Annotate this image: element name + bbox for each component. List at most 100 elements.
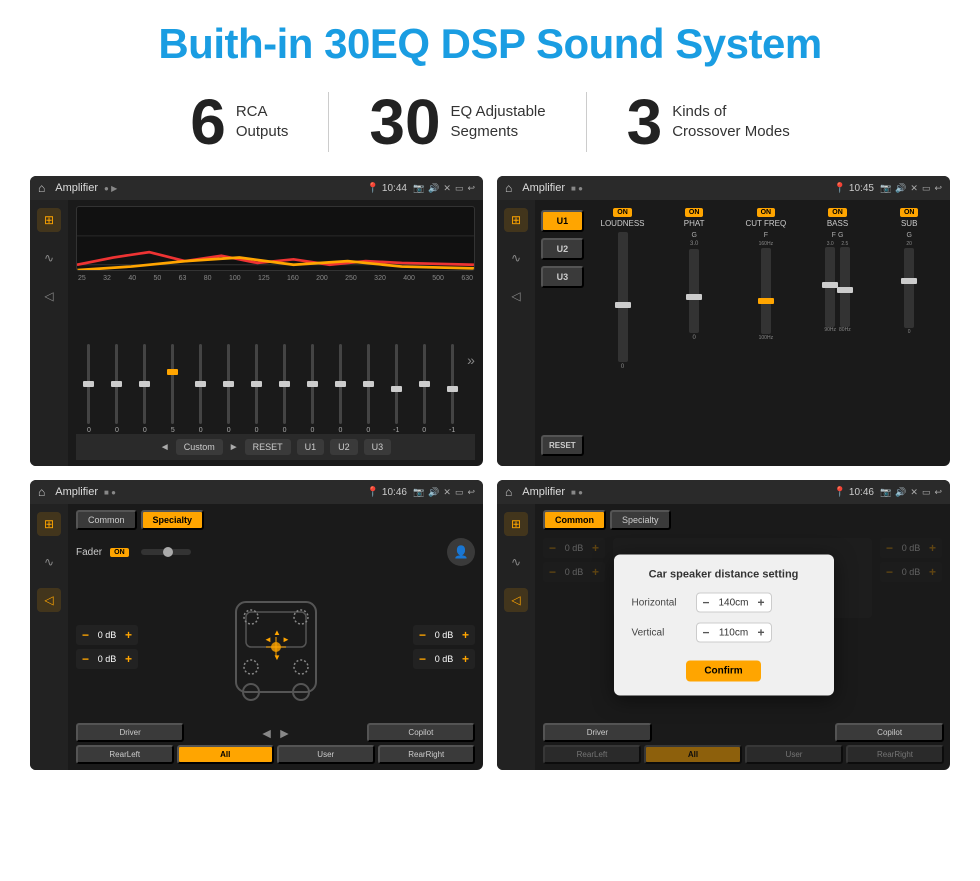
fader-icon-filters[interactable]: ⊞ [37, 512, 61, 536]
fader-header-row: Fader ON 👤 [76, 538, 475, 566]
stat-rca-label: RCAOutputs [236, 102, 289, 143]
fader-db2-value: 0 dB [93, 654, 121, 664]
stat-eq: 30 EQ AdjustableSegments [329, 90, 585, 154]
eq-slider-5[interactable]: 0 [188, 344, 214, 434]
eq-u1-btn[interactable]: U1 [297, 439, 325, 455]
topbar-crossover-icons: 📷🔊✕▭↩ [880, 183, 942, 194]
eq-more-icon[interactable]: » [467, 352, 475, 368]
dist-rearright-btn[interactable]: RearRight [846, 745, 944, 764]
crossover-u1-btn[interactable]: U1 [541, 210, 584, 232]
crossover-reset-btn[interactable]: RESET [541, 435, 584, 456]
crossover-channels: ON LOUDNESS 0 [588, 206, 944, 460]
home-icon-4: ⌂ [505, 485, 512, 499]
fader-all-btn[interactable]: All [177, 745, 275, 764]
confirm-button[interactable]: Confirm [686, 661, 760, 682]
phat-on-badge: ON [685, 208, 704, 217]
crossover-icon-wave[interactable]: ∿ [504, 246, 528, 270]
horizontal-plus-btn[interactable]: + [758, 596, 765, 610]
topbar-distance-time: 📍 10:46 [834, 487, 874, 498]
fader-db2-minus[interactable]: − [82, 652, 89, 666]
crossover-u3-btn[interactable]: U3 [541, 266, 584, 288]
eq-icon-filters[interactable]: ⊞ [37, 208, 61, 232]
dist-icon-filters[interactable]: ⊞ [504, 512, 528, 536]
eq-slider-3[interactable]: 0 [132, 344, 158, 434]
dist-user-btn[interactable]: User [745, 745, 843, 764]
fader-copilot-btn[interactable]: Copilot [367, 723, 475, 742]
crossover-icon-speaker[interactable]: ◁ [504, 284, 528, 308]
eq-slider-2[interactable]: 0 [104, 344, 130, 434]
fader-db-row-1: − 0 dB + [76, 625, 138, 645]
crossover-sidebar: ⊞ ∿ ◁ [497, 200, 535, 466]
fader-on-badge: ON [110, 548, 129, 557]
fader-db1-minus[interactable]: − [82, 628, 89, 642]
fader-db3-plus[interactable]: + [462, 628, 469, 642]
eq-freq-labels: 253240506380100125160200250320400500630 [76, 275, 475, 282]
fader-rearright-btn[interactable]: RearRight [378, 745, 476, 764]
eq-prev-btn[interactable]: ◄ [160, 442, 170, 453]
crossover-u2-btn[interactable]: U2 [541, 238, 584, 260]
horizontal-label: Horizontal [632, 597, 690, 608]
loudness-on-badge: ON [613, 208, 632, 217]
eq-play-btn[interactable]: ► [229, 442, 239, 453]
fader-db2-plus[interactable]: + [125, 652, 132, 666]
eq-icon-wave[interactable]: ∿ [37, 246, 61, 270]
eq-slider-1[interactable]: 0 [76, 344, 102, 434]
dist-tab-specialty[interactable]: Specialty [610, 510, 671, 530]
eq-slider-10[interactable]: 0 [327, 344, 353, 434]
dist-driver-btn[interactable]: Driver [543, 723, 652, 742]
dist-copilot-btn[interactable]: Copilot [835, 723, 944, 742]
eq-slider-12[interactable]: -1 [383, 344, 409, 434]
eq-slider-9[interactable]: 0 [300, 344, 326, 434]
dist-tabs: Common Specialty [543, 510, 942, 530]
crossover-icon-filters[interactable]: ⊞ [504, 208, 528, 232]
eq-u3-btn[interactable]: U3 [364, 439, 392, 455]
fader-rearleft-btn[interactable]: RearLeft [76, 745, 174, 764]
stat-crossover-number: 3 [627, 90, 663, 154]
eq-icon-speaker[interactable]: ◁ [37, 284, 61, 308]
dist-icon-wave[interactable]: ∿ [504, 550, 528, 574]
eq-slider-11[interactable]: 0 [355, 344, 381, 434]
eq-u2-btn[interactable]: U2 [330, 439, 358, 455]
fader-db4-minus[interactable]: − [419, 652, 426, 666]
distance-dialog: Car speaker distance setting Horizontal … [614, 555, 834, 696]
vertical-minus-btn[interactable]: − [703, 626, 710, 640]
eq-slider-14[interactable]: -1 [439, 344, 465, 434]
fader-tab-common[interactable]: Common [76, 510, 137, 530]
topbar-crossover: ⌂ Amplifier ■ ● 📍 10:45 📷🔊✕▭↩ [497, 176, 950, 200]
fader-icon-wave[interactable]: ∿ [37, 550, 61, 574]
eq-slider-8[interactable]: 0 [272, 344, 298, 434]
car-svg: ◄ ► ▲ ▼ [216, 582, 336, 712]
fader-user-icon[interactable]: 👤 [447, 538, 475, 566]
horizontal-minus-btn[interactable]: − [703, 596, 710, 610]
fader-db4-plus[interactable]: + [462, 652, 469, 666]
dist-tab-common[interactable]: Common [543, 510, 606, 530]
fader-tab-specialty[interactable]: Specialty [141, 510, 205, 530]
phat-slider-track[interactable] [689, 249, 699, 333]
fader-icon-speaker[interactable]: ◁ [37, 588, 61, 612]
phat-label: PHAT [684, 219, 705, 228]
home-icon: ⌂ [38, 181, 45, 195]
fader-db1-value: 0 dB [93, 630, 121, 640]
eq-slider-7[interactable]: 0 [244, 344, 270, 434]
eq-custom-btn[interactable]: Custom [176, 439, 223, 455]
dist-icon-speaker[interactable]: ◁ [504, 588, 528, 612]
fader-left-arrow[interactable]: ◄ [260, 725, 274, 741]
dist-all-btn[interactable]: All [644, 745, 742, 764]
bass-sliders: 3.0 90Hz 2.5 [824, 241, 850, 341]
fader-db3-minus[interactable]: − [419, 628, 426, 642]
fader-right-arrow[interactable]: ► [278, 725, 292, 741]
bass-gain-track[interactable] [840, 247, 850, 327]
bass-freq-track[interactable] [825, 247, 835, 327]
dist-rearleft-btn[interactable]: RearLeft [543, 745, 641, 764]
eq-reset-btn[interactable]: RESET [245, 439, 291, 455]
sub-slider-track[interactable] [904, 248, 914, 328]
eq-slider-6[interactable]: 0 [216, 344, 242, 434]
fader-db1-plus[interactable]: + [125, 628, 132, 642]
loudness-slider-track[interactable] [618, 232, 628, 362]
eq-slider-4[interactable]: 5 [160, 344, 186, 434]
fader-driver-btn[interactable]: Driver [76, 723, 184, 742]
fader-user-preset-btn[interactable]: User [277, 745, 375, 764]
cutfreq-slider-track[interactable] [761, 248, 771, 334]
vertical-plus-btn[interactable]: + [758, 626, 765, 640]
eq-slider-13[interactable]: 0 [411, 344, 437, 434]
